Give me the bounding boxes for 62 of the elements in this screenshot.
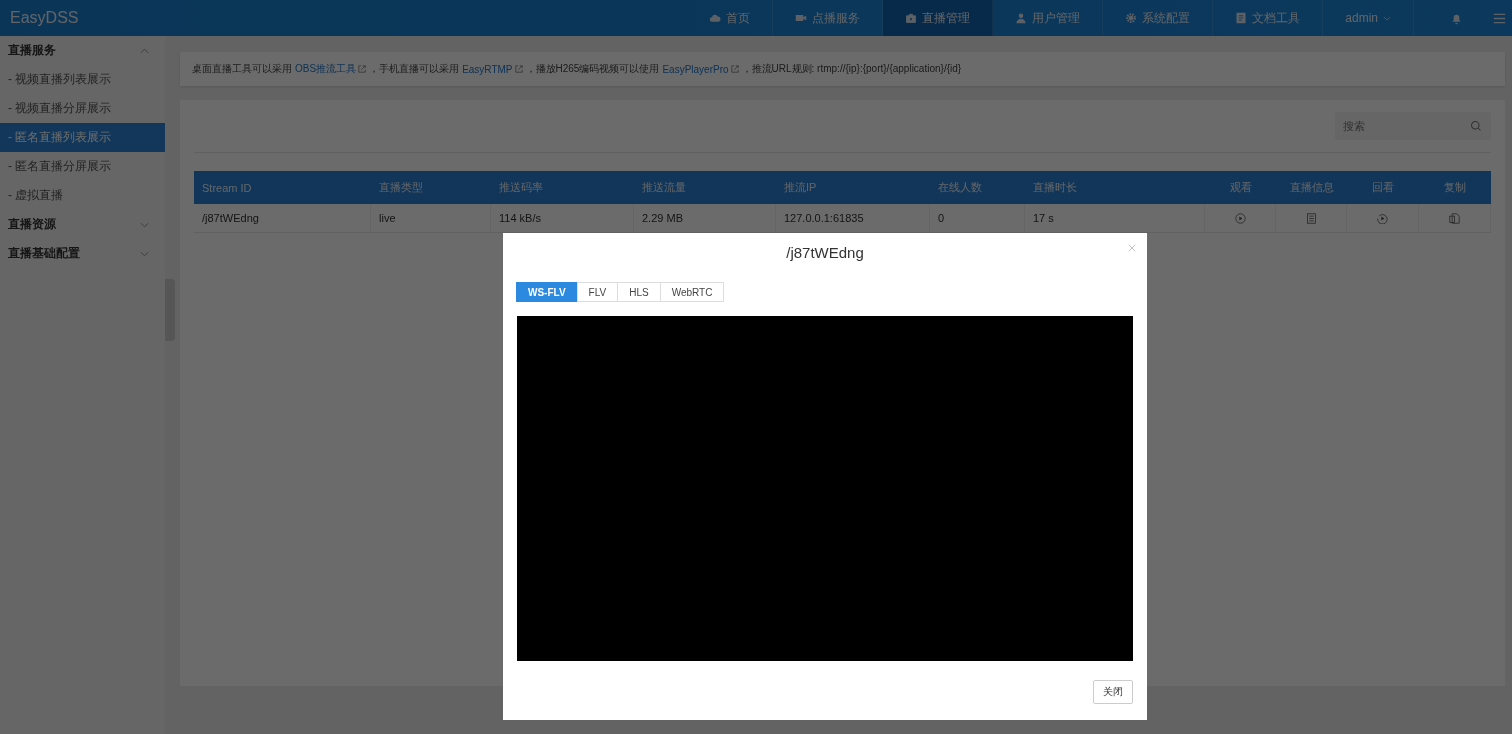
table-cell: 114 kB/s xyxy=(491,204,634,232)
column-header: 推送码率 xyxy=(498,180,544,195)
nav-tab[interactable]: 文档工具 xyxy=(1213,0,1324,36)
column-header: 推送流量 xyxy=(641,180,687,195)
user-icon xyxy=(1015,12,1028,24)
nav-tab[interactable]: 用户管理 xyxy=(993,0,1104,36)
column-header: 观看 xyxy=(1228,180,1253,195)
close-icon[interactable] xyxy=(1128,244,1136,252)
format-tab[interactable]: FLV xyxy=(576,282,619,302)
replay-icon[interactable] xyxy=(1377,212,1388,224)
copy-icon[interactable] xyxy=(1449,212,1460,224)
video-camera-icon xyxy=(795,12,808,24)
settings-icon xyxy=(1125,12,1138,24)
format-tab[interactable]: WebRTC xyxy=(659,282,725,302)
nav-tab[interactable]: 直播管理 xyxy=(883,0,994,36)
sidebar-item[interactable]: - 视频直播列表展示 xyxy=(0,65,165,94)
table-cell: live xyxy=(371,204,491,232)
format-tab[interactable]: HLS xyxy=(617,282,661,302)
close-button[interactable]: 关闭 xyxy=(1093,680,1133,704)
format-tab[interactable]: WS-FLV xyxy=(516,282,578,302)
sidebar-group[interactable]: 直播基础配置 xyxy=(0,239,165,268)
column-header: 复制 xyxy=(1443,180,1467,195)
user-menu[interactable]: admin xyxy=(1323,0,1414,36)
briefcase-icon xyxy=(905,12,918,24)
table-cell: 17 s xyxy=(1025,204,1205,232)
menu-icon[interactable] xyxy=(1493,11,1506,25)
sidebar-item[interactable]: - 匿名直播分屏展示 xyxy=(0,152,165,181)
table-cell: 2.29 MB xyxy=(634,204,776,232)
external-link-icon xyxy=(358,65,367,73)
column-header: 在线人数 xyxy=(937,180,983,195)
sidebar-item[interactable]: - 虚拟直播 xyxy=(0,181,165,210)
nav-tab[interactable]: 系统配置 xyxy=(1103,0,1214,36)
dialog-title: /j87tWEdng xyxy=(786,244,864,261)
column-header: Stream ID xyxy=(201,181,253,194)
caret-icon xyxy=(1383,15,1391,21)
table-cell: 0 xyxy=(930,204,1025,232)
nav-tab[interactable]: 首页 xyxy=(687,0,774,36)
column-header: 直播信息 xyxy=(1288,180,1335,195)
notice-link[interactable]: EasyPlayerPro xyxy=(662,63,739,75)
app-logo: EasyDSS xyxy=(9,9,79,27)
column-header: 回看 xyxy=(1371,180,1395,195)
chevron-icon xyxy=(140,250,149,257)
document-icon xyxy=(1235,12,1248,24)
notice-link[interactable]: EasyRTMP xyxy=(462,63,523,75)
table-cell: /j87tWEdng xyxy=(194,204,371,232)
sidebar-group[interactable]: 直播服务 xyxy=(0,36,165,65)
sidebar-item[interactable]: - 匿名直播列表展示 xyxy=(0,123,165,152)
cloud-icon xyxy=(709,12,722,24)
sidebar-group[interactable]: 直播资源 xyxy=(0,210,165,239)
external-link-icon xyxy=(730,65,739,73)
sidebar-item[interactable]: - 视频直播分屏展示 xyxy=(0,94,165,123)
chevron-icon xyxy=(140,221,149,228)
list-icon[interactable] xyxy=(1305,212,1317,224)
external-link-icon xyxy=(514,65,523,73)
column-header: 直播类型 xyxy=(378,180,424,195)
chevron-icon xyxy=(140,47,149,54)
play-icon[interactable] xyxy=(1234,212,1246,224)
notice-link[interactable]: OBS推流工具 xyxy=(295,62,367,76)
column-header: 推流IP xyxy=(783,180,818,195)
search-icon xyxy=(1470,120,1482,132)
table-cell: 127.0.0.1:61835 xyxy=(776,204,930,232)
column-header: 直播时长 xyxy=(1032,180,1078,195)
